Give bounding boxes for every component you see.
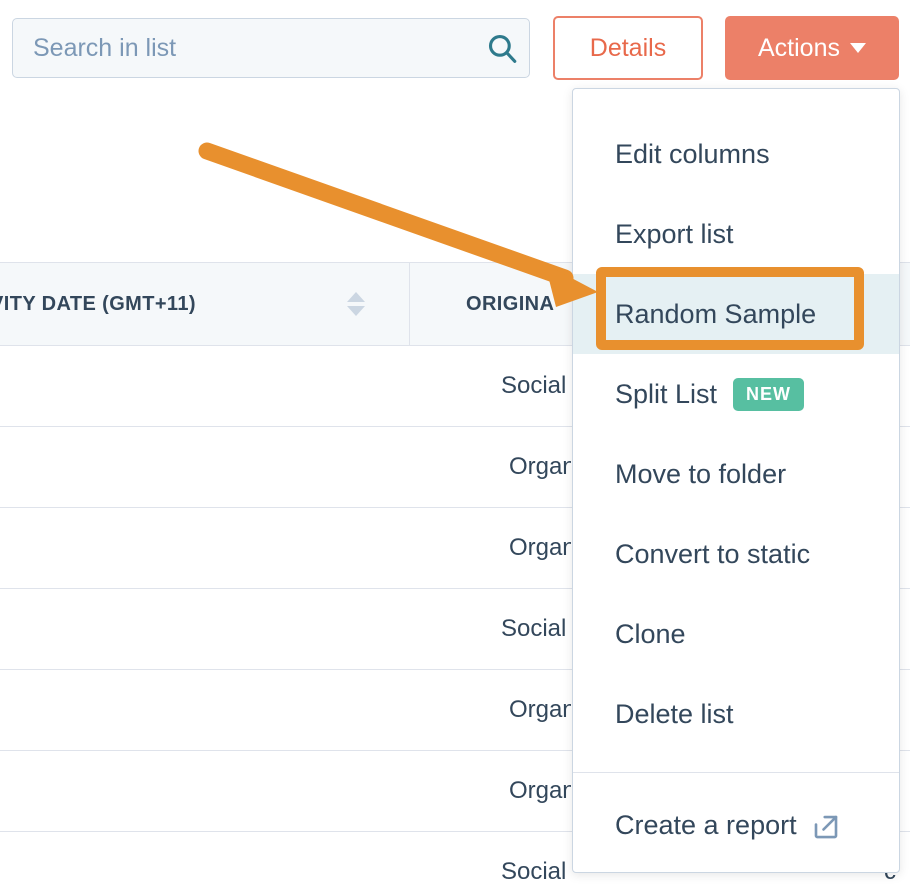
column-header-label: VITY DATE (GMT+11): [0, 293, 196, 316]
menu-item-create-a-report[interactable]: Create a report: [573, 785, 899, 865]
menu-item-split-list[interactable]: Split List NEW: [573, 354, 899, 434]
menu-item-label: Random Sample: [615, 299, 816, 330]
menu-item-label: Split List: [615, 379, 717, 410]
actions-dropdown-menu: Edit columns Export list Random Sample S…: [572, 88, 900, 873]
menu-item-random-sample[interactable]: Random Sample: [573, 274, 899, 354]
cell-original-source: Organic: [411, 751, 571, 831]
search-icon[interactable]: [475, 19, 529, 77]
menu-item-label: Create a report: [615, 810, 797, 841]
external-link-icon: [811, 812, 841, 842]
actions-button[interactable]: Actions: [725, 16, 899, 80]
menu-item-label: Export list: [615, 219, 734, 250]
search-input[interactable]: [13, 19, 475, 77]
cell-original-source: Social m: [411, 346, 571, 426]
menu-item-export-list[interactable]: Export list: [573, 194, 899, 274]
menu-item-clone[interactable]: Clone: [573, 594, 899, 674]
actions-button-label: Actions: [758, 34, 840, 63]
search-box[interactable]: [12, 18, 530, 78]
menu-item-label: Convert to static: [615, 539, 810, 570]
menu-item-label: Clone: [615, 619, 686, 650]
menu-item-label: Move to folder: [615, 459, 786, 490]
menu-divider-spacer: [573, 773, 899, 785]
list-toolbar: Details Actions: [0, 0, 910, 92]
chevron-down-icon: [850, 43, 866, 53]
column-header-last-activity-date[interactable]: VITY DATE (GMT+11): [0, 263, 410, 345]
screen-root: VITY DATE (GMT+11) ORIGINA R Social m c …: [0, 0, 910, 892]
cell-original-source: Organic: [411, 508, 571, 588]
menu-item-label: Edit columns: [615, 139, 770, 170]
menu-item-move-to-folder[interactable]: Move to folder: [573, 434, 899, 514]
menu-item-edit-columns[interactable]: Edit columns: [573, 114, 899, 194]
sort-toggle-icon[interactable]: [347, 292, 365, 316]
sort-ascending-icon: [347, 292, 365, 302]
cell-original-source: Social m: [411, 832, 571, 892]
cell-original-source: Organic: [411, 427, 571, 507]
menu-item-convert-to-static[interactable]: Convert to static: [573, 514, 899, 594]
menu-top-spacer: [573, 89, 899, 114]
cell-original-source: Social m: [411, 589, 571, 669]
details-button[interactable]: Details: [553, 16, 703, 80]
menu-item-label: Delete list: [615, 699, 734, 730]
sort-descending-icon: [347, 306, 365, 316]
new-badge: NEW: [733, 378, 804, 411]
column-header-label: ORIGINA: [466, 293, 554, 316]
cell-original-source: Organic: [411, 670, 571, 750]
menu-item-delete-list[interactable]: Delete list: [573, 674, 899, 754]
menu-bottom-spacer: [573, 754, 899, 772]
